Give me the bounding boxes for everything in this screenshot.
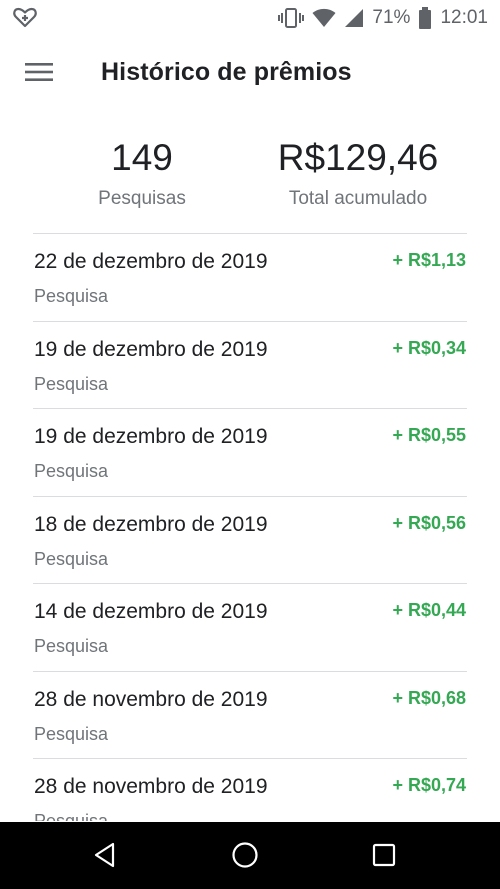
- heart-plus-icon: [12, 4, 38, 30]
- list-item[interactable]: 19 de dezembro de 2019 Pesquisa + R$0,34: [33, 320, 467, 409]
- survey-count-stat: 149 Pesquisas: [98, 136, 186, 210]
- reward-date: 22 de dezembro de 2019: [34, 250, 268, 273]
- reward-date: 19 de dezembro de 2019: [34, 425, 268, 448]
- reward-type: Pesquisa: [34, 286, 109, 306]
- status-bar: 71% 12:01: [0, 0, 500, 36]
- page-title: Histórico de prêmios: [101, 58, 352, 86]
- recents-button[interactable]: [367, 840, 401, 874]
- wifi-icon: [312, 8, 336, 28]
- summary-section: 149 Pesquisas R$129,46 Total acumulado: [0, 128, 500, 228]
- reward-type: Pesquisa: [34, 461, 109, 481]
- reward-date: 28 de novembro de 2019: [34, 687, 268, 711]
- reward-amount: + R$0,68: [392, 687, 466, 708]
- list-item[interactable]: 28 de novembro de 2019 Pesquisa + R$0,68: [33, 670, 467, 759]
- reward-type: Pesquisa: [34, 811, 109, 821]
- battery-percent: 71%: [372, 7, 411, 28]
- back-button[interactable]: [88, 840, 122, 874]
- reward-date: 28 de novembro de 2019: [34, 775, 268, 798]
- reward-type: Pesquisa: [34, 373, 109, 394]
- reward-date: 14 de dezembro de 2019: [34, 600, 268, 623]
- reward-amount: + R$1,13: [392, 250, 466, 270]
- reward-date: 18 de dezembro de 2019: [34, 512, 268, 536]
- list-item[interactable]: 28 de novembro de 2019 Pesquisa + R$0,74: [33, 758, 467, 821]
- list-item[interactable]: 22 de dezembro de 2019 Pesquisa + R$1,13: [33, 233, 467, 321]
- reward-type: Pesquisa: [34, 723, 109, 744]
- reward-amount: + R$0,55: [392, 425, 466, 445]
- list-item[interactable]: 19 de dezembro de 2019 Pesquisa + R$0,55: [33, 408, 467, 496]
- app-bar: Histórico de prêmios: [0, 36, 500, 112]
- total-accumulated-label: Total acumulado: [288, 188, 428, 209]
- battery-icon: [418, 7, 432, 29]
- total-accumulated-stat: R$129,46 Total acumulado: [278, 136, 438, 210]
- clock: 12:01: [440, 7, 488, 28]
- signal-icon: [344, 8, 364, 28]
- reward-type: Pesquisa: [34, 548, 109, 569]
- reward-amount: + R$0,56: [392, 512, 466, 533]
- system-navigation-bar: [0, 822, 500, 889]
- reward-date: 19 de dezembro de 2019: [34, 337, 268, 361]
- reward-type: Pesquisa: [34, 636, 109, 656]
- reward-amount: + R$0,34: [392, 337, 466, 358]
- home-icon: [230, 840, 260, 875]
- hamburger-menu-icon: [25, 62, 53, 87]
- list-item[interactable]: 18 de dezembro de 2019 Pesquisa + R$0,56: [33, 495, 467, 584]
- home-button[interactable]: [228, 840, 262, 874]
- total-accumulated-value: R$129,46: [277, 137, 439, 178]
- survey-count-value: 149: [111, 137, 173, 178]
- list-item[interactable]: 14 de dezembro de 2019 Pesquisa + R$0,44: [33, 583, 467, 671]
- vibrate-icon: [278, 7, 305, 29]
- menu-button[interactable]: [18, 54, 60, 94]
- reward-amount: + R$0,74: [392, 775, 466, 795]
- survey-count-label: Pesquisas: [98, 188, 186, 209]
- back-icon: [91, 841, 119, 874]
- reward-amount: + R$0,44: [392, 600, 466, 620]
- reward-history-list[interactable]: 22 de dezembro de 2019 Pesquisa + R$1,13…: [33, 233, 467, 821]
- recents-icon: [371, 842, 397, 873]
